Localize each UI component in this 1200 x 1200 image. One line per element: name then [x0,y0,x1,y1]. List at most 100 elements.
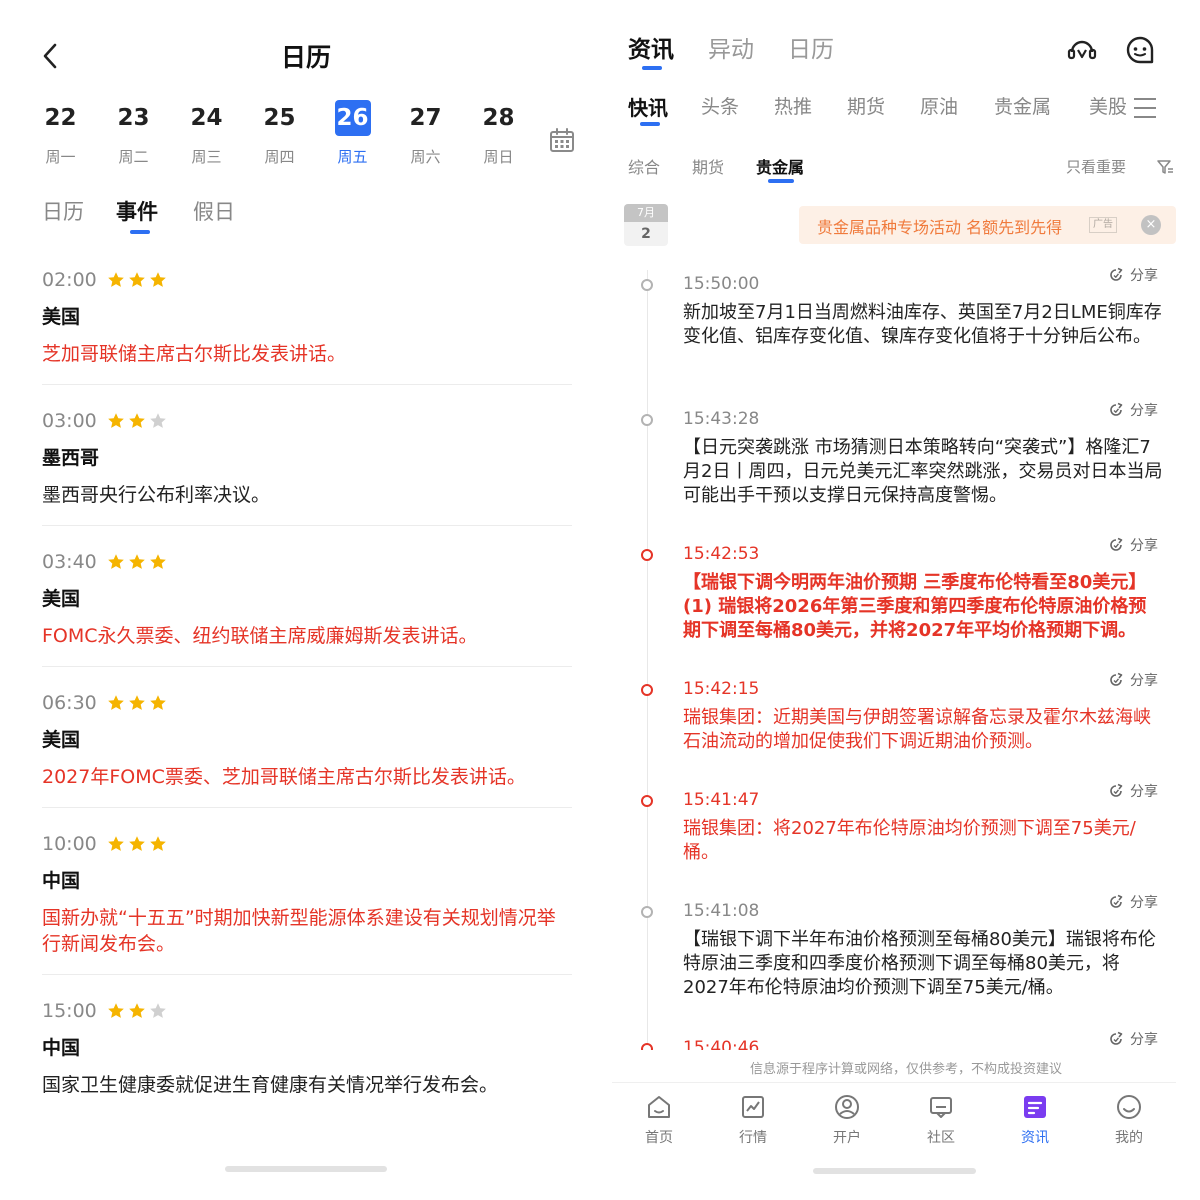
nav-item-3[interactable]: 社区 [894,1093,988,1147]
subtab-1[interactable]: 事件 [116,196,158,234]
day-23[interactable]: 23 周二 [97,100,170,167]
day-number: 26 [334,100,371,136]
event-country: 美国 [42,729,81,751]
subtab-2[interactable]: 假日 [193,196,235,226]
event-item[interactable]: 03:40 美国 FOMC永久票委、纽约联储主席威廉姆斯发表讲话。 [42,544,572,667]
news-item[interactable]: 15:41:08 分享 【瑞银下调下半年布油价格预测至每桶80美元】瑞银将布伦特原油… [612,891,1200,1021]
day-number: 23 [117,105,150,131]
share-button[interactable]: 分享 [1108,780,1158,802]
day-27[interactable]: 27 周六 [389,100,462,167]
event-item[interactable]: 06:30 美国 2027年FOMC票委、芝加哥联储主席古尔斯比发表讲话。 [42,685,572,808]
nav-item-5[interactable]: 我的 [1082,1093,1176,1147]
chart-icon [742,1096,764,1118]
menu-icon[interactable] [1132,95,1158,121]
news-time: 15:40:46 [683,1038,760,1050]
day-28[interactable]: 28 周日 [462,100,535,167]
filter-0[interactable]: 综合 [628,154,660,178]
only-important-toggle[interactable]: 只看重要 [1066,156,1126,177]
nav-item-1[interactable]: 行情 [706,1093,800,1147]
share-button[interactable]: 分享 [1108,1028,1158,1050]
event-time-row: 06:30 [42,688,572,718]
star-icon [149,695,166,710]
share-icon [1110,267,1123,281]
share-button[interactable]: 分享 [1108,891,1158,913]
event-time-row: 10:00 [42,829,572,859]
category-tab-0[interactable]: 快讯 [628,92,668,126]
news-item[interactable]: 15:42:53 分享 【瑞银下调今明两年油价预期 三季度布伦特看至80美元】(1)… [612,534,1200,664]
calendar-icon[interactable] [548,126,576,154]
weekday-label: 周四 [264,148,295,166]
message-icon[interactable] [1124,34,1156,66]
nav-label: 首页 [645,1130,673,1146]
star-icon [128,413,145,428]
share-label: 分享 [1130,784,1158,800]
day-22[interactable]: 22 周一 [24,100,97,167]
share-button[interactable]: 分享 [1108,399,1158,421]
event-list: 02:00 美国 芝加哥联储主席古尔斯比发表讲话。 03:00 墨西哥 墨西哥央行公布利率… [42,262,572,1133]
event-item[interactable]: 03:00 墨西哥 墨西哥央行公布利率决议。 [42,403,572,526]
category-tab-2[interactable]: 热推 [774,92,812,119]
customer-service-icon[interactable] [1066,34,1098,66]
share-label: 分享 [1130,1032,1158,1048]
page-title: 日历 [280,43,331,72]
nav-item-4[interactable]: 资讯 [988,1093,1082,1147]
timeline-dot [641,906,653,918]
nav-item-0[interactable]: 首页 [612,1093,706,1147]
event-time-row: 15:00 [42,996,572,1026]
event-item[interactable]: 02:00 美国 芝加哥联储主席古尔斯比发表讲话。 [42,262,572,385]
news-text: 瑞银集团：将2027年布伦特原油均价预测下调至75美元/桶。 [683,818,1136,863]
calendar-panel: 日历 22 周一 23 周二 24 周三 25 周四 26 周五 27 周六 28 周日 日历 事件 假日 0… [0,0,612,1200]
ad-banner[interactable]: 贵金属品种专场活动 名额先到先得 广告 × [799,206,1176,244]
weekday-label: 周三 [191,148,222,166]
star-icon [149,836,166,851]
share-label: 分享 [1130,403,1158,419]
day-number: 24 [190,105,223,131]
star-icon [107,413,124,428]
main-tab-0[interactable]: 资讯 [628,30,674,70]
event-time: 03:00 [42,410,97,432]
nav-item-2[interactable]: 开户 [800,1093,894,1147]
day-25[interactable]: 25 周四 [243,100,316,167]
news-item[interactable]: 15:50:00 分享 新加坡至7月1日当周燃料油库存、英国至7月2日LME铜库存变… [612,264,1200,394]
share-label: 分享 [1130,895,1158,911]
ad-text[interactable]: 贵金属品种专场活动 名额先到先得 [817,214,1062,238]
main-tab-2[interactable]: 日历 [788,30,834,64]
category-tab-3[interactable]: 期货 [847,92,885,119]
share-label: 分享 [1130,538,1158,554]
news-text: 新加坡至7月1日当周燃料油库存、英国至7月2日LME铜库存变化值、铝库存变化值、… [683,302,1162,347]
weekday-label: 周六 [410,148,441,166]
event-item[interactable]: 10:00 中国 国新办就“十五五”时期加快新型能源体系建设有关规划情况举行新闻发布… [42,826,572,975]
day-number: 27 [409,105,442,131]
event-description: FOMC永久票委、纽约联储主席威廉姆斯发表讲话。 [42,625,478,647]
news-item[interactable]: 15:43:28 分享 【日元突袭跳涨 市场猜测日本策略转向“突袭式”】格隆汇7月2… [612,399,1200,529]
subtab-0[interactable]: 日历 [42,196,84,226]
timeline-dot [641,795,653,807]
news-item[interactable]: 15:40:46 分享 [612,1028,1200,1050]
close-icon[interactable]: × [1141,215,1161,235]
share-button[interactable]: 分享 [1108,264,1158,286]
day-26[interactable]: 26 周五 [316,100,389,167]
star-icon [107,695,124,710]
filter-icon[interactable] [1156,158,1174,176]
share-label: 分享 [1130,673,1158,689]
nav-label: 行情 [739,1130,767,1146]
event-description: 2027年FOMC票委、芝加哥联储主席古尔斯比发表讲话。 [42,766,526,788]
event-item[interactable]: 15:00 中国 国家卫生健康委就促进生育健康有关情况举行发布会。 [42,993,572,1115]
star-icon [128,836,145,851]
share-button[interactable]: 分享 [1108,534,1158,556]
timeline-dot [641,549,653,561]
filter-2[interactable]: 贵金属 [756,154,804,183]
category-tab-1[interactable]: 头条 [701,92,739,119]
share-icon [1110,672,1123,686]
category-tab-6[interactable]: 美股 [1089,92,1127,119]
main-tab-1[interactable]: 异动 [708,30,754,64]
filter-1[interactable]: 期货 [692,154,724,178]
category-tab-5[interactable]: 贵金属 [994,92,1051,119]
day-24[interactable]: 24 周三 [170,100,243,167]
star-icon [107,272,124,287]
share-button[interactable]: 分享 [1108,669,1158,691]
home-indicator [225,1166,387,1172]
ad-tag: 广告 [1089,217,1117,233]
calendar-topbar: 日历 [0,28,612,84]
category-tab-4[interactable]: 原油 [920,92,958,119]
